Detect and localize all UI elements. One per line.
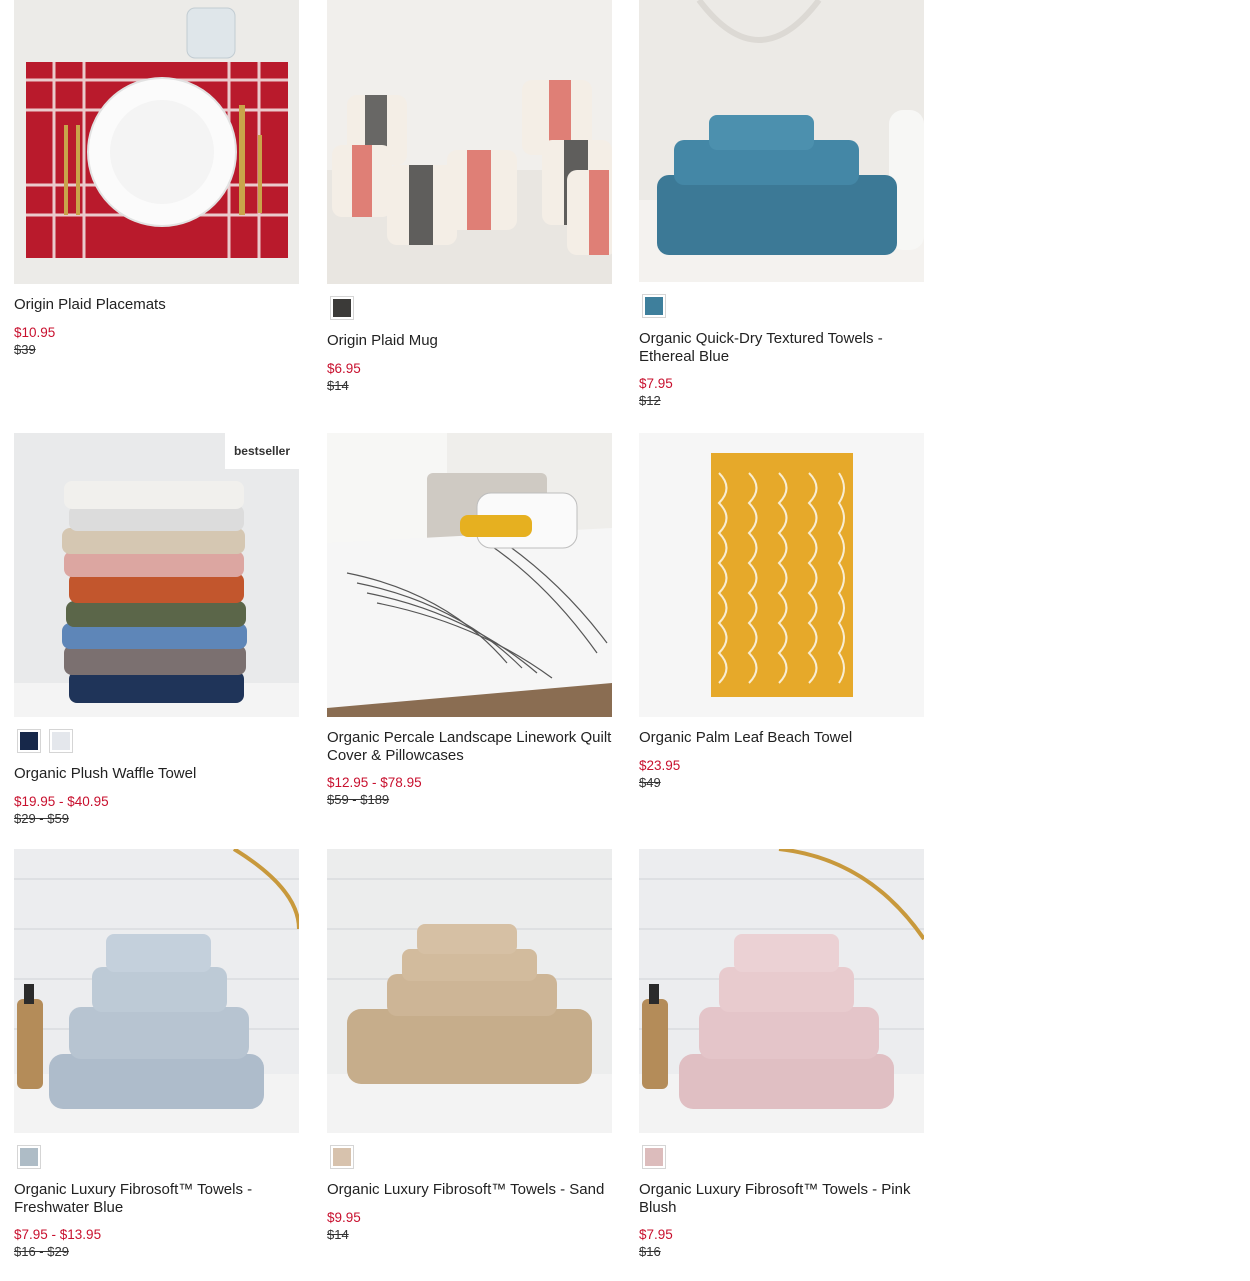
product-card[interactable]: Origin Plaid Mug $6.95 $14 [327, 0, 612, 395]
original-price: $14 [327, 1226, 349, 1242]
color-swatch[interactable] [330, 296, 354, 320]
product-card[interactable]: Organic Percale Landscape Linework Quilt… [327, 433, 612, 809]
product-image[interactable] [639, 849, 924, 1133]
bestseller-badge: bestseller [225, 433, 299, 469]
color-swatch[interactable] [49, 729, 73, 753]
original-price: $59 - $189 [327, 792, 390, 807]
product-image[interactable] [327, 0, 612, 284]
original-price: $29 - $59 [14, 810, 69, 826]
product-image[interactable]: bestseller [14, 433, 299, 717]
product-card[interactable]: Organic Luxury Fibrosoft™ Towels - Sand … [327, 849, 612, 1244]
product-image[interactable] [14, 849, 299, 1133]
color-swatch[interactable] [17, 1145, 41, 1169]
product-name[interactable]: Origin Plaid Placemats [14, 296, 299, 314]
original-price: $39 [14, 341, 36, 357]
color-swatches [14, 729, 299, 753]
product-image[interactable] [327, 849, 612, 1133]
color-swatches [639, 1145, 924, 1169]
product-image[interactable] [327, 433, 612, 717]
product-card[interactable]: Origin Plaid Placemats $10.95 $39 [14, 0, 299, 359]
product-card[interactable]: Organic Quick-Dry Textured Towels - Ethe… [639, 0, 924, 410]
original-price: $14 [327, 377, 349, 393]
product-card[interactable]: Organic Palm Leaf Beach Towel $23.95 $49 [639, 433, 924, 792]
sale-price: $19.95 - $40.95 [14, 793, 109, 809]
color-swatch[interactable] [642, 1145, 666, 1169]
sale-price: $7.95 - $13.95 [14, 1227, 102, 1242]
product-name[interactable]: Organic Quick-Dry Textured Towels - Ethe… [639, 330, 924, 365]
original-price: $16 [639, 1244, 661, 1259]
product-name[interactable]: Organic Percale Landscape Linework Quilt… [327, 729, 612, 764]
sale-price: $7.95 [639, 376, 673, 391]
product-card[interactable]: Organic Luxury Fibrosoft™ Towels - Fresh… [14, 849, 299, 1261]
product-name[interactable]: Origin Plaid Mug [327, 332, 612, 350]
product-image[interactable] [639, 433, 924, 717]
original-price: $49 [639, 774, 661, 790]
sale-price: $12.95 - $78.95 [327, 775, 422, 790]
product-image[interactable] [14, 0, 299, 284]
sale-price: $10.95 [14, 324, 56, 340]
product-card[interactable]: Organic Luxury Fibrosoft™ Towels - Pink … [639, 849, 924, 1261]
sale-price: $6.95 [327, 360, 361, 376]
color-swatches [327, 296, 612, 320]
original-price: $12 [639, 393, 661, 408]
sale-price: $23.95 [639, 757, 681, 773]
color-swatch[interactable] [642, 294, 666, 318]
sale-price: $7.95 [639, 1227, 673, 1242]
product-name[interactable]: Organic Luxury Fibrosoft™ Towels - Fresh… [14, 1181, 299, 1216]
original-price: $16 - $29 [14, 1244, 69, 1259]
product-image[interactable] [639, 0, 924, 282]
color-swatch[interactable] [330, 1145, 354, 1169]
product-card[interactable]: bestseller Organic Plush Waffle Towel $1… [14, 433, 299, 828]
product-name[interactable]: Organic Luxury Fibrosoft™ Towels - Sand [327, 1181, 612, 1199]
color-swatches [639, 294, 924, 318]
color-swatch[interactable] [17, 729, 41, 753]
color-swatches [14, 1145, 299, 1169]
product-name[interactable]: Organic Luxury Fibrosoft™ Towels - Pink … [639, 1181, 924, 1216]
sale-price: $9.95 [327, 1209, 361, 1225]
product-name[interactable]: Organic Plush Waffle Towel [14, 765, 299, 783]
color-swatches [327, 1145, 612, 1169]
product-name[interactable]: Organic Palm Leaf Beach Towel [639, 729, 924, 747]
